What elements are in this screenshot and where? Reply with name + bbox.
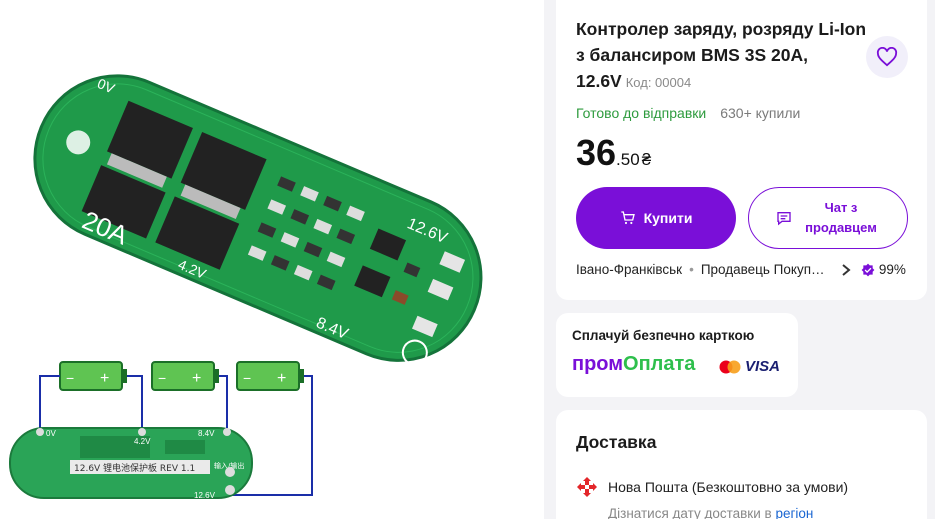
buy-button[interactable]: Купити [576,187,736,249]
chat-label: Чат з продавцем [805,200,877,235]
nova-poshta-label: Нова Пошта (Безкоштовно за умови) [608,479,849,495]
svg-text:−: − [243,370,251,386]
promo-payment-logo: промОплата [572,353,696,375]
availability: Готово до відправки 630+ купили [576,105,800,121]
svg-text:−: − [158,370,166,386]
nova-poshta-option[interactable]: Нова Пошта (Безкоштовно за умови) [576,476,848,498]
svg-text:8.4V: 8.4V [198,429,215,438]
product-code: Код: 00004 [625,75,692,90]
heart-icon [876,47,898,67]
payment-card: Сплачуй безпечно карткою промОплата VISA [556,313,798,397]
region-link[interactable]: регіон [775,506,813,519]
product-title: Контролер заряду, розряду Li-Ion з балан… [576,19,867,91]
chat-button[interactable]: Чат з продавцем [748,187,908,249]
svg-text:12.6V: 12.6V [194,491,216,500]
seller-rating: 99% [861,262,906,277]
chat-icon [777,212,791,226]
product-info-panel: Контролер заряду, розряду Li-Ion з балан… [544,0,935,519]
svg-text:+: + [192,370,201,387]
sold-count: 630+ купили [720,105,801,121]
delivery-title: Доставка [576,432,657,452]
mastercard-icon [719,360,741,374]
svg-text:+: + [100,370,109,387]
wiring-diagram: − + − + − + 12.6V 锂电池保护板 REV 1.1 0V 4.2V… [9,361,313,500]
currency: ₴ [641,150,652,169]
payment-text: Сплачуй безпечно карткою [572,328,755,343]
cart-icon [620,211,635,225]
verified-badge-icon [861,263,875,276]
ready-status: Готово до відправки [576,105,707,121]
nova-poshta-icon [577,477,597,497]
product-image[interactable]: 20A 0V 4.2V 12.6V 8.4V − + − + − + 12.6V… [0,0,544,519]
svg-text:−: − [66,370,74,386]
seller-name[interactable]: Продавець Покуп… [701,262,829,277]
svg-text:4.2V: 4.2V [134,437,151,446]
price-integer: 36 [576,132,617,173]
seller-city: Івано-Франківськ [576,262,683,277]
svg-text:+: + [277,370,286,387]
visa-logo: VISA [745,358,781,375]
delivery-date-hint: Дізнатися дату доставки в регіон [608,506,814,519]
svg-text:12.6V 锂电池保护板 REV 1.1: 12.6V 锂电池保护板 REV 1.1 [74,462,195,474]
svg-text:0V: 0V [46,429,56,438]
product-page: 20A 0V 4.2V 12.6V 8.4V − + − + − + 12.6V… [0,0,935,519]
favorite-button[interactable] [866,36,908,78]
price: 36.50 ₴ [576,132,651,174]
bms-board-photo: 20A 0V 4.2V 12.6V 8.4V − + − + − + 12.6V… [9,74,483,500]
seller-row[interactable]: Івано-Франківськ • Продавець Покуп… 99% [576,262,916,277]
product-summary-card: Контролер заряду, розряду Li-Ion з балан… [556,0,927,300]
delivery-card: Доставка Нова Пошта (Безкоштовно за умов… [556,410,927,519]
buy-label: Купити [643,210,693,226]
price-fraction: .50 [616,150,640,169]
chevron-right-icon [842,263,851,276]
